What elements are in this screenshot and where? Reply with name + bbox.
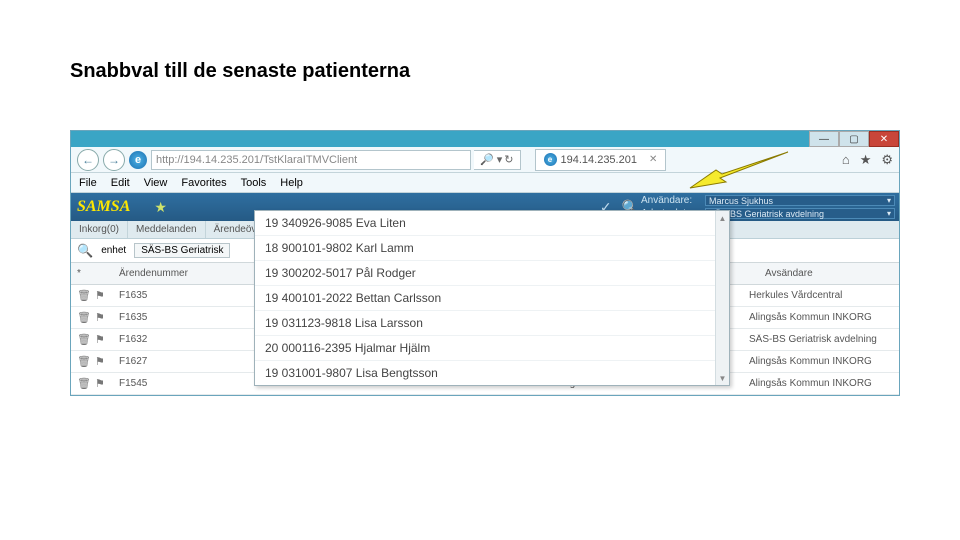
user-label: Användare: (641, 195, 701, 206)
menu-tools[interactable]: Tools (241, 177, 267, 189)
cell-arendenummer: F1635 (113, 312, 253, 323)
user-select[interactable]: Marcus Sjukhus▾ (705, 195, 895, 206)
recent-patient-item[interactable]: 19 031123-9818 Lisa Larsson (255, 311, 729, 336)
favorites-icon[interactable]: ★ (860, 152, 872, 168)
brand-logo: SAMSA (77, 198, 148, 216)
col-avsandare[interactable]: Avsändare (759, 268, 899, 279)
recent-patient-item[interactable]: 19 300202-5017 Pål Rodger (255, 261, 729, 286)
reload-icon[interactable]: ↻ (504, 153, 513, 166)
trash-icon[interactable]: 🗑 (77, 355, 91, 368)
search-reload-group[interactable]: 🔎 ▾ ↻ (474, 150, 521, 170)
favorite-star-icon[interactable]: ★ (154, 199, 167, 216)
flag-icon[interactable]: ⚑ (95, 333, 105, 346)
dropdown-scrollbar[interactable]: ▲ ▼ (715, 211, 729, 385)
workplace-select[interactable]: SÄS-BS Geriatrisk avdelning▾ (705, 208, 895, 219)
recent-patient-item[interactable]: 19 400101-2022 Bettan Carlsson (255, 286, 729, 311)
ie-logo-icon: e (129, 151, 147, 169)
cell-avsandare: Alingsås Kommun INKORG (743, 356, 883, 367)
window-titlebar: — ▢ ✕ (71, 131, 899, 147)
trash-icon[interactable]: 🗑 (77, 333, 91, 346)
menu-file[interactable]: File (79, 177, 97, 189)
flag-icon[interactable]: ⚑ (95, 311, 105, 324)
slide-title: Snabbval till de senaste patienterna (70, 60, 410, 83)
cell-avsandare: Alingsås Kommun INKORG (743, 312, 883, 323)
recent-patient-item[interactable]: 18 900101-9802 Karl Lamm (255, 236, 729, 261)
flag-icon[interactable]: ⚑ (95, 289, 105, 302)
home-icon[interactable]: ⌂ (842, 152, 850, 168)
cell-avsandare: Herkules Vårdcentral (743, 290, 883, 301)
forward-button[interactable]: → (103, 149, 125, 171)
menu-edit[interactable]: Edit (111, 177, 130, 189)
cell-arendenummer: F1635 (113, 290, 253, 301)
tab-close-icon[interactable]: ✕ (649, 154, 657, 165)
back-button[interactable]: ← (77, 149, 99, 171)
flag-icon[interactable]: ⚑ (95, 377, 105, 390)
app-content: SAMSA ★ ✓ 🔍 Användare: Marcus Sjukhus▾ A… (71, 193, 899, 395)
col-actions: * (71, 268, 113, 279)
cell-arendenummer: F1627 (113, 356, 253, 367)
maximize-button[interactable]: ▢ (839, 131, 869, 147)
menu-view[interactable]: View (144, 177, 168, 189)
browser-tab[interactable]: e 194.14.235.201 ✕ (535, 149, 667, 171)
close-button[interactable]: ✕ (869, 131, 899, 147)
scroll-up-icon[interactable]: ▲ (716, 211, 729, 225)
filter-enhet-label: enhet (101, 245, 126, 256)
cell-avsandare: Alingsås Kommun INKORG (743, 378, 883, 389)
tab-inkorg[interactable]: Inkorg(0) (71, 221, 128, 238)
browser-menubar: File Edit View Favorites Tools Help (71, 173, 899, 193)
menu-favorites[interactable]: Favorites (181, 177, 226, 189)
tab-meddelanden[interactable]: Meddelanden (128, 221, 206, 238)
flag-icon[interactable]: ⚑ (95, 355, 105, 368)
browser-window: — ▢ ✕ ← → e http://194.14.235.201/TstKla… (70, 130, 900, 396)
cell-arendenummer: F1632 (113, 334, 253, 345)
recent-patient-item[interactable]: 19 031001-9807 Lisa Bengtsson (255, 361, 729, 385)
filter-search-icon[interactable]: 🔍 (77, 243, 93, 259)
col-arendenummer[interactable]: Ärendenummer (113, 268, 253, 279)
cell-arendenummer: F1545 (113, 378, 253, 389)
chevron-down-icon: ▾ (887, 209, 891, 218)
recent-patients-dropdown[interactable]: 19 340926-9085 Eva Liten18 900101-9802 K… (254, 210, 730, 386)
url-input[interactable]: http://194.14.235.201/TstKlaraITMVClient (151, 150, 471, 170)
browser-system-icons: ⌂ ★ ⚙ (842, 152, 893, 168)
cell-avsandare: SÄS-BS Geriatrisk avdelning (743, 334, 883, 345)
chevron-down-icon: ▾ (887, 196, 891, 205)
minimize-button[interactable]: — (809, 131, 839, 147)
menu-help[interactable]: Help (280, 177, 303, 189)
trash-icon[interactable]: 🗑 (77, 289, 91, 302)
scroll-down-icon[interactable]: ▼ (716, 371, 729, 385)
tab-favicon-icon: e (544, 153, 557, 166)
recent-patient-item[interactable]: 19 340926-9085 Eva Liten (255, 211, 729, 236)
tab-label: 194.14.235.201 (561, 154, 637, 166)
trash-icon[interactable]: 🗑 (77, 377, 91, 390)
recent-patient-item[interactable]: 20 000116-2395 Hjalmar Hjälm (255, 336, 729, 361)
filter-enhet-select[interactable]: SÄS-BS Geriatrisk (134, 243, 230, 258)
settings-icon[interactable]: ⚙ (881, 152, 893, 168)
trash-icon[interactable]: 🗑 (77, 311, 91, 324)
address-bar: ← → e http://194.14.235.201/TstKlaraITMV… (71, 147, 899, 173)
search-icon[interactable]: 🔎 ▾ (480, 153, 502, 166)
